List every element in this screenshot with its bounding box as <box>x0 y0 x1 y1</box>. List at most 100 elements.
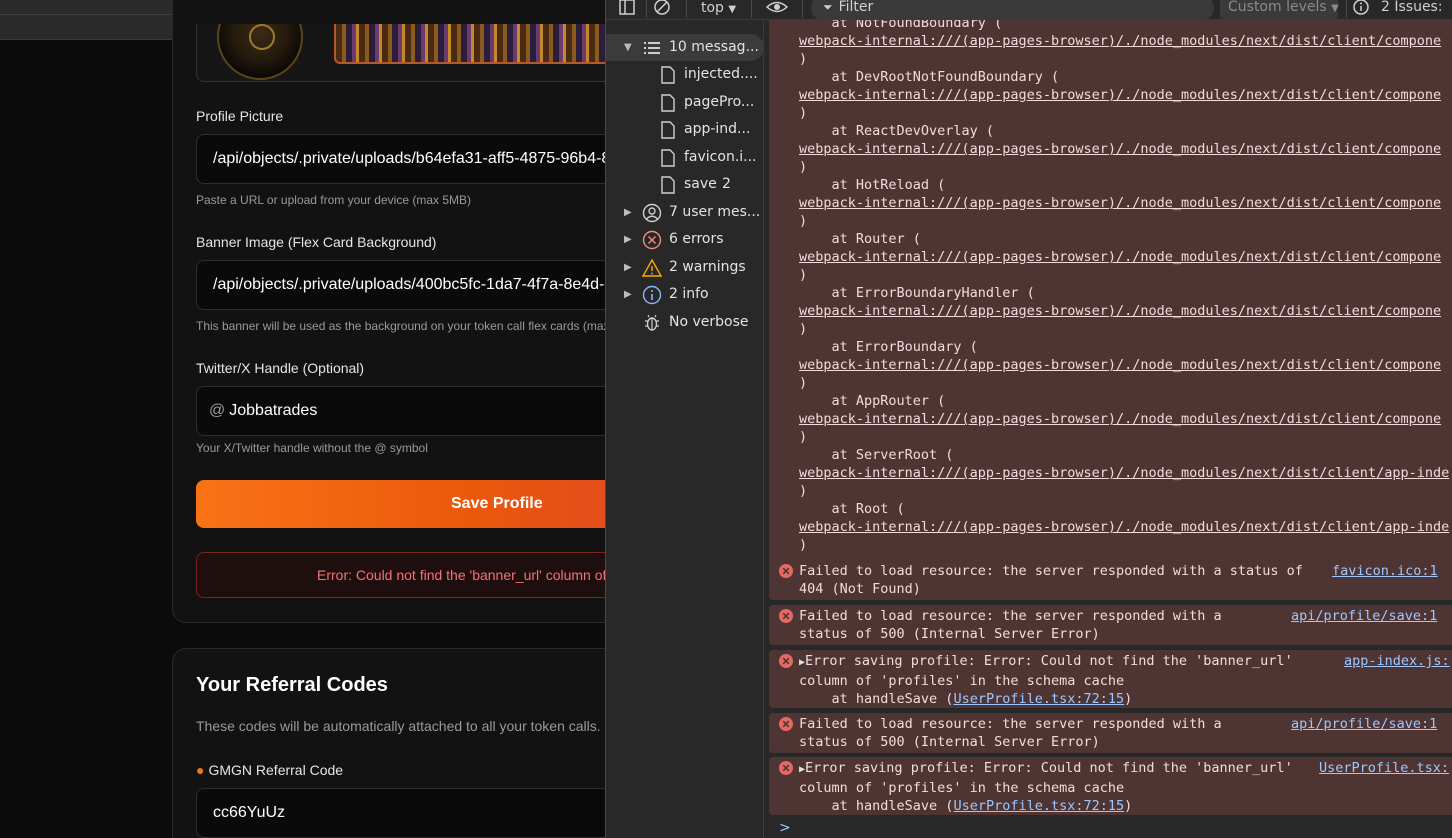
stack-frame-link[interactable]: webpack-internal:///(app-pages-browser)/… <box>799 32 1441 50</box>
gmgn-label: ● GMGN Referral Code <box>196 762 343 778</box>
referral-description: These codes will be automatically attach… <box>196 718 601 734</box>
live-expression-eye-icon[interactable] <box>765 0 789 20</box>
save-profile-button[interactable]: Save Profile <box>196 480 606 528</box>
sidebar-item-user-messages[interactable]: ▶ 7 user mes... <box>606 199 764 226</box>
message-line-end: ) <box>1124 691 1133 707</box>
gmgn-input[interactable]: cc66YuUz <box>196 788 606 838</box>
sidebar-item-label: 6 errors <box>669 231 724 247</box>
stack-frame-call: at AppRouter ( <box>799 393 946 409</box>
console-toolbar: top ▼ ⏷ Filter Custom levels ▼ 2 Issues: <box>606 0 1452 20</box>
stack-frame-link[interactable]: webpack-internal:///(app-pages-browser)/… <box>799 248 1441 266</box>
stack-frame-link[interactable]: webpack-internal:///(app-pages-browser)/… <box>799 464 1449 482</box>
message-line: Error saving profile: Error: Could not f… <box>805 760 1293 776</box>
clear-console-icon[interactable] <box>653 0 671 20</box>
sidebar-item-errors[interactable]: ▶ 6 errors <box>606 226 764 253</box>
stack-frame-link[interactable]: webpack-internal:///(app-pages-browser)/… <box>799 518 1449 536</box>
sidebar-item-file[interactable]: injected.... <box>606 61 764 88</box>
info-icon <box>642 285 662 305</box>
message-source-link[interactable]: favicon.ico:1 <box>1332 562 1438 580</box>
sidebar-item-file[interactable]: save 2 <box>606 171 764 198</box>
sidebar-item-warnings[interactable]: ▶ 2 warnings <box>606 254 764 281</box>
source-link[interactable]: UserProfile.tsx:72:15 <box>953 798 1124 814</box>
message-text: Failed to load resource: the server resp… <box>799 562 1303 598</box>
toolbar-divider <box>802 0 803 18</box>
sidebar-item-file[interactable]: pagePro... <box>606 89 764 116</box>
stack-trace-message: at NotFoundBoundary ( webpack-internal:/… <box>769 20 1452 574</box>
log-levels-dropdown[interactable]: Custom levels ▼ <box>1220 0 1339 20</box>
stack-frame-link[interactable]: webpack-internal:///(app-pages-browser)/… <box>799 302 1441 320</box>
message-source-link[interactable]: api/profile/save:1 <box>1291 607 1437 625</box>
context-label: top <box>701 0 724 16</box>
profile-picture-input[interactable]: /api/objects/.private/uploads/b64efa31-a… <box>196 134 606 184</box>
sidebar-item-file[interactable]: app-ind... <box>606 116 764 143</box>
sidebar-item-label: 10 messag... <box>669 39 759 55</box>
message-line: status of 500 (Internal Server Error) <box>799 734 1100 750</box>
stack-frame-call: at DevRootNotFoundBoundary ( <box>799 69 1060 85</box>
sidebar-item-messages[interactable]: ▼ 10 messag... <box>606 34 764 61</box>
sidebar-item-file[interactable]: favicon.i... <box>606 144 764 171</box>
stack-frame-link[interactable]: webpack-internal:///(app-pages-browser)/… <box>799 140 1441 158</box>
list-icon <box>642 38 662 58</box>
message-text: Failed to load resource: the server resp… <box>799 607 1222 643</box>
message-line: column of 'profiles' in the schema cache <box>799 673 1125 689</box>
banner-image-label: Banner Image (Flex Card Background) <box>196 234 437 250</box>
twitter-help: Your X/Twitter handle without the @ symb… <box>196 441 428 455</box>
console-error-message[interactable]: Failed to load resource: the server resp… <box>769 605 1452 645</box>
stack-frame-call: at HotReload ( <box>799 177 946 193</box>
stack-frame-close-paren: ) <box>799 159 808 175</box>
stack-frame-close-paren: ) <box>799 483 808 499</box>
console-prompt[interactable]: > <box>779 820 791 836</box>
filter-placeholder: Filter <box>838 0 874 15</box>
profile-picture-help: Paste a URL or upload from your device (… <box>196 193 471 207</box>
info-circle-icon[interactable] <box>1352 0 1370 20</box>
referral-title: Your Referral Codes <box>196 674 388 696</box>
avatar <box>217 24 303 80</box>
stack-frame-link[interactable]: webpack-internal:///(app-pages-browser)/… <box>799 410 1441 428</box>
message-line: Error saving profile: Error: Could not f… <box>805 653 1293 669</box>
console-sidebar: ▼ 10 messag... injected.... pagePro... a… <box>606 20 764 838</box>
console-error-message[interactable]: Failed to load resource: the server resp… <box>769 560 1452 600</box>
source-link[interactable]: UserProfile.tsx:72:15 <box>953 691 1124 707</box>
stack-frame-call: at Root ( <box>799 501 905 517</box>
message-source-link[interactable]: api/profile/save:1 <box>1291 715 1437 733</box>
stack-frame-link[interactable]: webpack-internal:///(app-pages-browser)/… <box>799 86 1441 104</box>
collapsed-arrow-icon: ▶ <box>624 262 632 273</box>
issues-counter[interactable]: 2 Issues: <box>1381 0 1443 15</box>
console-error-message[interactable]: ▶Error saving profile: Error: Could not … <box>769 650 1452 708</box>
sidebar-item-info[interactable]: ▶ 2 info <box>606 281 764 308</box>
message-source-link[interactable]: UserProfile.tsx: <box>1319 759 1449 777</box>
file-icon <box>658 65 678 85</box>
message-line: 404 (Not Found) <box>799 581 921 597</box>
filter-input[interactable]: ⏷ Filter <box>811 0 1214 20</box>
context-selector[interactable]: top ▼ <box>701 0 736 16</box>
banner-image-help: This banner will be used as the backgrou… <box>196 319 606 333</box>
bug-icon <box>642 313 662 333</box>
stack-frame-close-paren: ) <box>799 51 808 67</box>
stack-frame-close-paren: ) <box>799 213 808 229</box>
toolbar-divider <box>751 0 752 18</box>
twitter-input[interactable]: @ Jobbatrades <box>196 386 606 436</box>
collapsed-arrow-icon: ▶ <box>624 207 632 218</box>
stack-frame-link[interactable]: webpack-internal:///(app-pages-browser)/… <box>799 356 1441 374</box>
console-error-message[interactable]: ▶Error saving profile: Error: Could not … <box>769 757 1452 815</box>
stack-frame-link[interactable]: webpack-internal:///(app-pages-browser)/… <box>799 194 1441 212</box>
stack-frame-close-paren: ) <box>799 375 808 391</box>
file-icon <box>658 148 678 168</box>
sidebar-item-count: 2 <box>722 176 731 192</box>
sidebar-item-verbose[interactable]: No verbose <box>606 309 764 336</box>
sidebar-item-label: injected.... <box>684 66 758 82</box>
sidebar-item-label: pagePro... <box>684 94 755 110</box>
file-icon <box>658 175 678 195</box>
message-source-link[interactable]: app-index.js: <box>1344 652 1450 670</box>
banner-image-input[interactable]: /api/objects/.private/uploads/400bc5fc-1… <box>196 260 606 310</box>
message-line: at handleSave ( <box>799 798 954 814</box>
expanded-arrow-icon: ▼ <box>624 42 632 53</box>
message-line: Failed to load resource: the server resp… <box>799 563 1303 579</box>
file-icon <box>658 93 678 113</box>
message-line-end: ) <box>1124 798 1133 814</box>
sidebar-toggle-icon[interactable] <box>618 0 636 20</box>
profile-card <box>172 0 606 623</box>
console-error-message[interactable]: Failed to load resource: the server resp… <box>769 713 1452 753</box>
twitter-label: Twitter/X Handle (Optional) <box>196 360 365 376</box>
stack-frame-close-paren: ) <box>799 267 808 283</box>
